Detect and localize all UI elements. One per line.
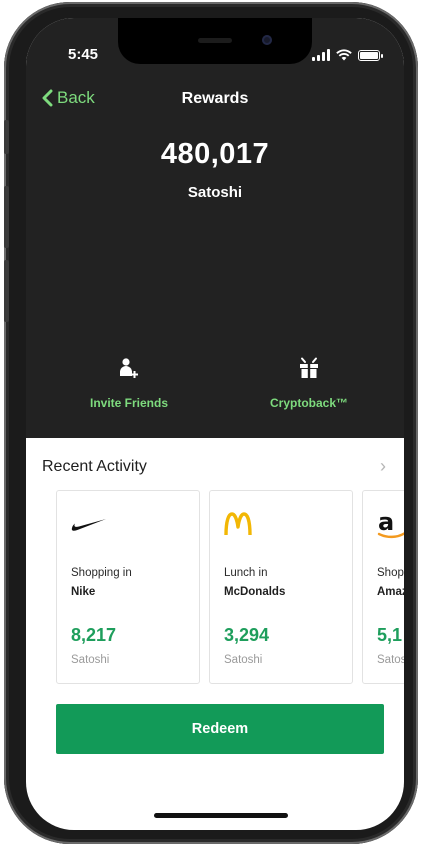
activity-amount: 3,294 <box>224 625 270 645</box>
page-title: Rewards <box>181 90 249 107</box>
nike-swoosh-logo <box>71 509 107 539</box>
activity-amount: 8,217 <box>71 625 117 645</box>
invite-friends-button[interactable]: Invite Friends <box>54 356 204 410</box>
activity-unit: Satoshi <box>71 654 110 666</box>
speaker <box>198 38 232 43</box>
activity-card-mcdonalds[interactable]: Lunch in McDonalds 3,294 Satoshi <box>209 490 353 684</box>
volume-up-button <box>4 186 9 248</box>
phone-frame: 5:45 Back Rewards 480,017 Satoshi Invite… <box>4 2 418 844</box>
mcdonalds-arches-logo <box>224 509 252 539</box>
svg-text:a: a <box>378 509 394 536</box>
add-person-icon <box>120 358 138 378</box>
activity-unit: Satoshi <box>224 654 263 666</box>
front-camera <box>262 35 272 45</box>
balance-unit: Satoshi <box>187 184 243 201</box>
status-icons <box>312 47 383 61</box>
amazon-logo: a <box>377 509 404 539</box>
signal-icon <box>312 49 330 61</box>
home-indicator[interactable] <box>154 813 288 818</box>
gift-icon <box>300 357 318 378</box>
battery-icon <box>358 50 383 61</box>
activity-amount: 5,1 <box>377 625 403 645</box>
merchant-name: McDonalds <box>224 586 286 598</box>
invite-friends-label: Invite Friends <box>89 396 169 410</box>
wifi-icon <box>336 49 352 61</box>
activity-card-amazon[interactable]: a Shopping in Amazon 5,1 Satoshi <box>362 490 404 684</box>
recent-activity-carousel[interactable]: Shopping in Nike 8,217 Satoshi Lunch in … <box>42 490 404 686</box>
status-time: 5:45 <box>68 46 99 63</box>
activity-description: Lunch in <box>224 567 268 579</box>
cryptoback-label: Cryptoback™ <box>269 396 349 410</box>
screen: 5:45 Back Rewards 480,017 Satoshi Invite… <box>26 18 404 830</box>
merchant-name: Nike <box>71 586 96 598</box>
merchant-name: Amazon <box>377 586 404 598</box>
activity-description: Shopping in <box>71 567 132 579</box>
cryptoback-button[interactable]: Cryptoback™ <box>234 356 384 410</box>
activity-unit: Satoshi <box>377 654 404 666</box>
balance-amount: 480,017 <box>160 138 270 170</box>
recent-activity-title: Recent Activity <box>42 458 147 475</box>
redeem-button[interactable]: Redeem <box>56 704 384 754</box>
volume-down-button <box>4 260 9 322</box>
mute-switch <box>4 120 9 154</box>
chevron-right-icon[interactable]: › <box>380 456 386 477</box>
activity-card-nike[interactable]: Shopping in Nike 8,217 Satoshi <box>56 490 200 684</box>
activity-description: Shopping in <box>377 567 404 579</box>
